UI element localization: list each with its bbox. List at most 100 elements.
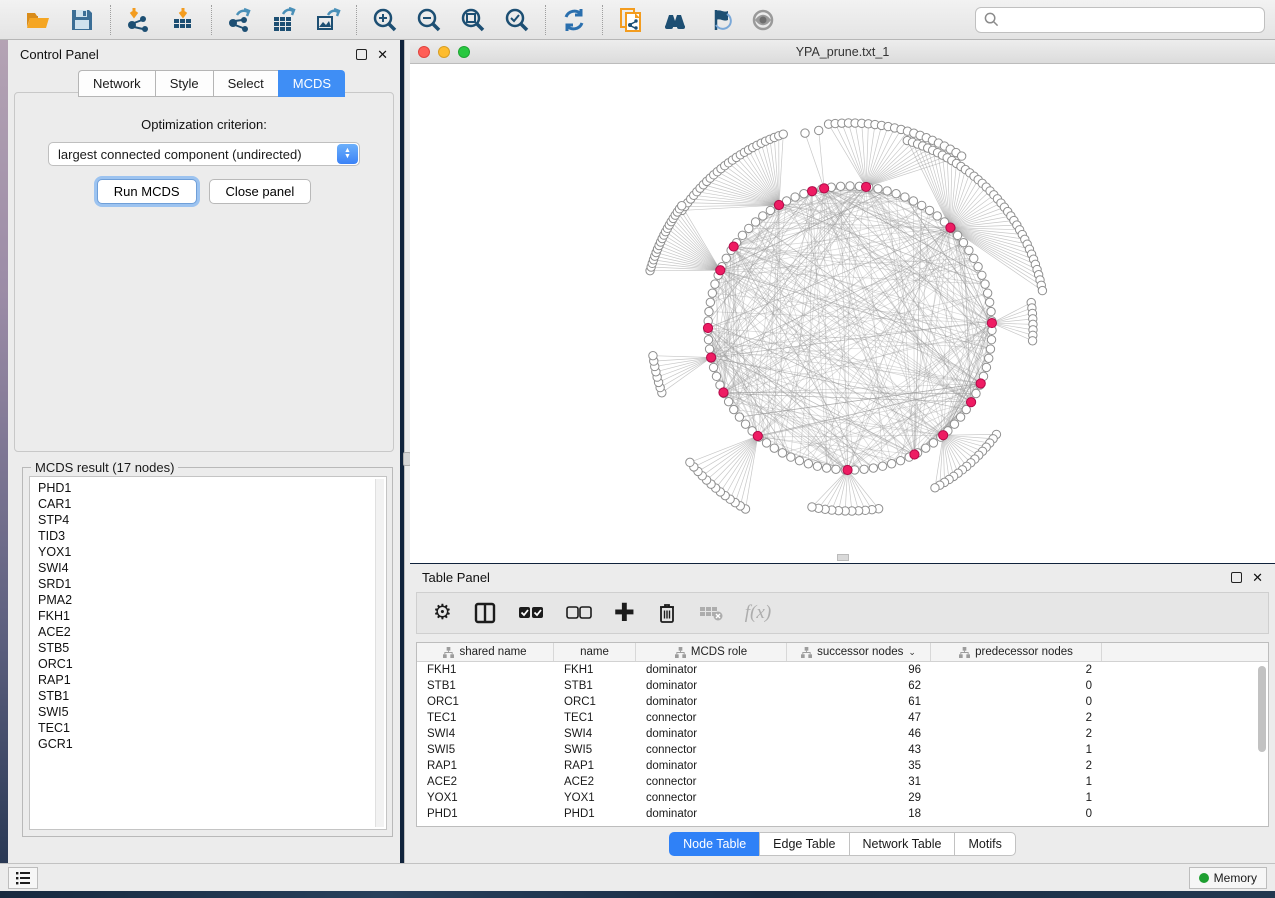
import-table-icon[interactable] <box>168 5 198 35</box>
list-item[interactable]: SWI5 <box>38 704 386 720</box>
float-window-icon[interactable] <box>1231 572 1242 583</box>
tab-network[interactable]: Network <box>78 70 155 97</box>
table-row[interactable]: STB1STB1dominator620 <box>417 678 1268 694</box>
list-item[interactable]: ORC1 <box>38 656 386 672</box>
list-item[interactable]: STB5 <box>38 640 386 656</box>
tab-network-table[interactable]: Network Table <box>849 832 955 856</box>
tab-select[interactable]: Select <box>213 70 278 97</box>
table-row[interactable]: FKH1FKH1dominator962 <box>417 662 1268 678</box>
list-item[interactable]: SWI4 <box>38 560 386 576</box>
open-folder-icon[interactable] <box>23 5 53 35</box>
table-row[interactable]: SWI5SWI5connector431 <box>417 742 1268 758</box>
table-row[interactable]: PHD1PHD1dominator180 <box>417 806 1268 822</box>
export-image-icon[interactable] <box>313 5 343 35</box>
list-item[interactable]: CAR1 <box>38 496 386 512</box>
cell-mcds-role: dominator <box>636 680 787 692</box>
list-item[interactable]: STB1 <box>38 688 386 704</box>
cell-predecessor-nodes: 1 <box>931 792 1102 804</box>
zoom-in-icon[interactable] <box>370 5 400 35</box>
network-window-titlebar[interactable]: YPA_prune.txt_1 <box>410 40 1275 64</box>
list-item[interactable]: SRD1 <box>38 576 386 592</box>
show-all-eye-icon[interactable] <box>748 5 778 35</box>
tab-motifs[interactable]: Motifs <box>954 832 1015 856</box>
table-row[interactable]: TEC1TEC1connector472 <box>417 710 1268 726</box>
cell-successor-nodes: 18 <box>787 808 931 820</box>
network-graph[interactable] <box>410 64 1275 563</box>
cell-predecessor-nodes: 1 <box>931 744 1102 756</box>
cell-mcds-role: dominator <box>636 808 787 820</box>
column-header-shared-name[interactable]: shared name <box>417 643 554 661</box>
column-header-name[interactable]: name <box>554 643 636 661</box>
list-item[interactable]: YOX1 <box>38 544 386 560</box>
delete-trash-icon[interactable] <box>657 602 677 624</box>
list-item[interactable]: TEC1 <box>38 720 386 736</box>
save-icon[interactable] <box>67 5 97 35</box>
show-columns-icon[interactable] <box>474 602 496 624</box>
criterion-dropdown[interactable]: largest connected component (undirected)… <box>48 142 360 166</box>
search-icon <box>984 12 999 27</box>
close-panel-button[interactable]: Close panel <box>209 179 312 204</box>
memory-button[interactable]: Memory <box>1189 867 1267 889</box>
table-row[interactable]: ORC1ORC1dominator610 <box>417 694 1268 710</box>
list-item[interactable]: ACE2 <box>38 624 386 640</box>
close-panel-icon[interactable]: ✕ <box>1252 572 1263 583</box>
close-panel-icon[interactable]: ✕ <box>377 49 388 60</box>
list-item[interactable]: RAP1 <box>38 672 386 688</box>
list-icon <box>15 871 31 885</box>
delete-table-icon <box>699 604 723 622</box>
tab-mcds[interactable]: MCDS <box>278 70 345 97</box>
tab-edge-table[interactable]: Edge Table <box>759 832 848 856</box>
float-window-icon[interactable] <box>356 49 367 60</box>
task-history-button[interactable] <box>8 867 38 889</box>
canvas-splitter-grip[interactable] <box>837 554 849 561</box>
cell-shared-name: PHD1 <box>417 808 554 820</box>
zoom-selected-icon[interactable] <box>502 5 532 35</box>
column-header-predecessor-nodes[interactable]: predecessor nodes <box>931 643 1102 661</box>
table-row[interactable]: ACE2ACE2connector311 <box>417 774 1268 790</box>
search-input[interactable] <box>1005 13 1256 27</box>
add-column-icon[interactable]: ✚ <box>614 603 635 623</box>
memory-label: Memory <box>1214 871 1257 885</box>
control-panel-tabs: Network Style Select MCDS <box>78 70 345 97</box>
list-item[interactable]: PHD1 <box>38 480 386 496</box>
cell-predecessor-nodes: 0 <box>931 696 1102 708</box>
network-canvas[interactable] <box>410 64 1275 563</box>
cell-name: YOX1 <box>554 792 636 804</box>
column-header-mcds-role[interactable]: MCDS role <box>636 643 787 661</box>
tab-node-table[interactable]: Node Table <box>669 832 759 856</box>
search-box[interactable] <box>975 7 1265 33</box>
table-panel-title: Table Panel <box>422 570 490 585</box>
search-network-icon[interactable] <box>660 5 690 35</box>
table-scrollbar[interactable] <box>1257 664 1267 826</box>
refresh-icon[interactable] <box>559 5 589 35</box>
export-table-icon[interactable] <box>269 5 299 35</box>
cell-successor-nodes: 29 <box>787 792 931 804</box>
table-row[interactable]: YOX1YOX1connector291 <box>417 790 1268 806</box>
list-item[interactable]: STP4 <box>38 512 386 528</box>
import-network-icon[interactable] <box>124 5 154 35</box>
list-item[interactable]: FKH1 <box>38 608 386 624</box>
table-row[interactable]: SWI4SWI4dominator462 <box>417 726 1268 742</box>
table-row[interactable]: RAP1RAP1dominator352 <box>417 758 1268 774</box>
hide-selected-icon[interactable] <box>704 5 734 35</box>
zoom-out-icon[interactable] <box>414 5 444 35</box>
run-mcds-button[interactable]: Run MCDS <box>97 179 197 204</box>
cell-name: PHD1 <box>554 808 636 820</box>
deselect-all-icon[interactable] <box>566 605 592 621</box>
select-all-icon[interactable] <box>518 605 544 621</box>
share-document-icon[interactable] <box>616 5 646 35</box>
export-network-icon[interactable] <box>225 5 255 35</box>
mcds-result-list[interactable]: PHD1 CAR1 STP4 TID3 YOX1 SWI4 SRD1 PMA2 … <box>29 476 387 830</box>
optimization-criterion-label: Optimization criterion: <box>15 117 393 132</box>
list-item[interactable]: PMA2 <box>38 592 386 608</box>
table-settings-gear-icon[interactable]: ⚙ <box>433 603 452 623</box>
cell-mcds-role: dominator <box>636 728 787 740</box>
zoom-fit-icon[interactable] <box>458 5 488 35</box>
scrollbar-thumb[interactable] <box>1258 666 1266 752</box>
list-item[interactable]: TID3 <box>38 528 386 544</box>
column-header-successor-nodes[interactable]: successor nodes ⌄ <box>787 643 931 661</box>
list-scrollbar[interactable] <box>375 479 384 827</box>
list-item[interactable]: GCR1 <box>38 736 386 752</box>
table-header-row: shared name name MCDS role successor nod… <box>417 643 1268 662</box>
tab-style[interactable]: Style <box>155 70 213 97</box>
